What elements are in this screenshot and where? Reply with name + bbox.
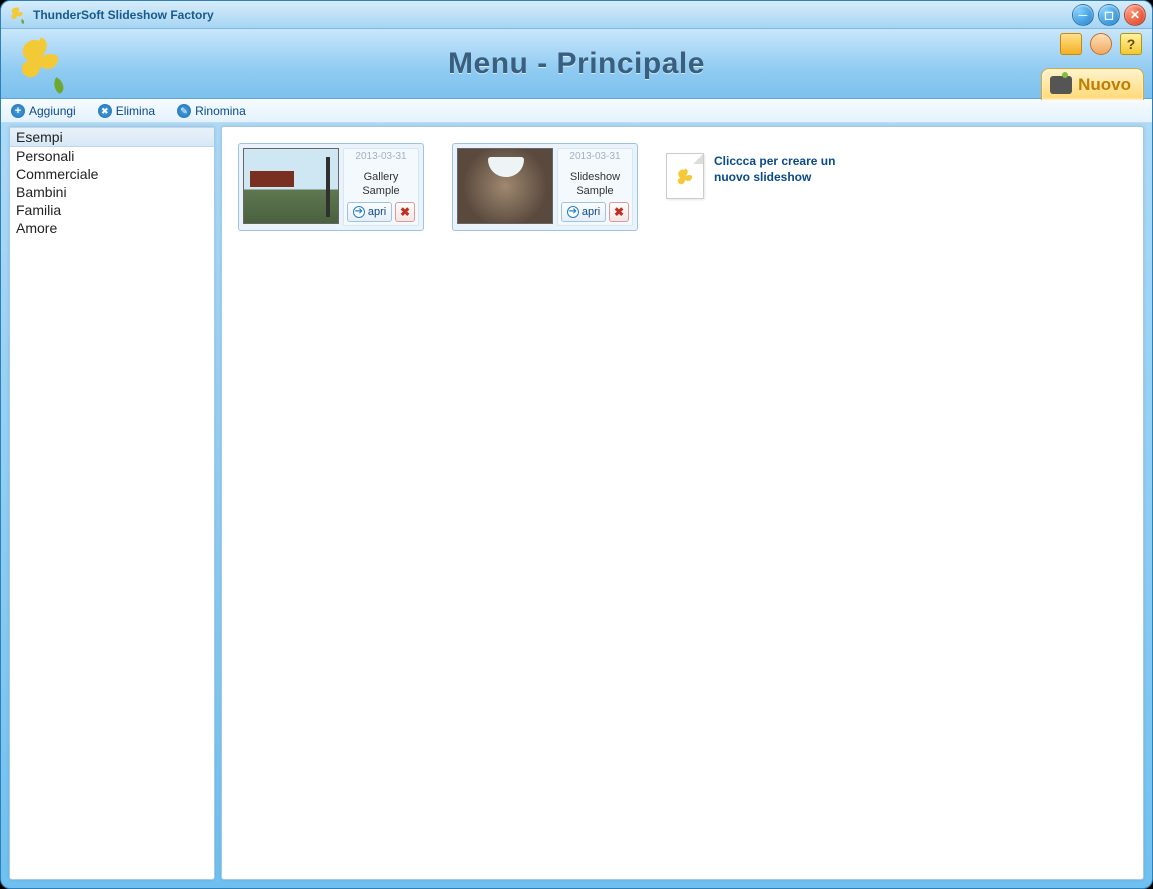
flower-icon: [672, 166, 698, 195]
card-title: Slideshow Sample: [558, 170, 632, 199]
delete-label: Elimina: [116, 104, 155, 118]
open-folder-icon[interactable]: [1060, 33, 1082, 55]
user-icon[interactable]: [1090, 33, 1112, 55]
document-icon: [666, 153, 704, 199]
rename-label: Rinomina: [195, 104, 246, 118]
rename-button[interactable]: Rinomina: [173, 103, 250, 119]
window-controls: ─ ◻ ✕: [1072, 4, 1146, 26]
main-panel: 2013-03-31 Gallery Sample ➔ apri ✖ 2013-…: [221, 126, 1144, 880]
sidebar-item-familia[interactable]: Familia: [10, 201, 214, 219]
card-date: 2013-03-31: [355, 151, 406, 162]
sidebar-item-amore[interactable]: Amore: [10, 219, 214, 237]
close-button[interactable]: ✕: [1124, 4, 1146, 26]
camera-icon: [1050, 76, 1072, 94]
thumbnail-icon: [243, 148, 339, 224]
body: Esempi Personali Commerciale Bambini Fam…: [1, 123, 1152, 888]
open-button[interactable]: ➔ apri: [561, 202, 606, 222]
open-label: apri: [368, 206, 386, 218]
add-button[interactable]: Aggiungi: [7, 103, 80, 119]
delete-button[interactable]: Elimina: [94, 103, 159, 119]
sidebar-item-commerciale[interactable]: Commerciale: [10, 165, 214, 183]
open-label: apri: [582, 206, 600, 218]
plus-icon: [11, 104, 25, 118]
sidebar: Esempi Personali Commerciale Bambini Fam…: [9, 126, 215, 880]
create-slideshow-button[interactable]: Cliccca per creare un nuovo slideshow: [666, 143, 844, 199]
card-meta: 2013-03-31 Slideshow Sample ➔ apri ✖: [557, 148, 633, 226]
toolbar: Aggiungi Elimina Rinomina: [1, 99, 1152, 123]
card-meta: 2013-03-31 Gallery Sample ➔ apri ✖: [343, 148, 419, 226]
new-button-label: Nuovo: [1078, 75, 1131, 95]
delete-card-button[interactable]: ✖: [395, 202, 415, 222]
help-icon[interactable]: [1120, 33, 1142, 55]
header: Menu - Principale Nuovo: [1, 29, 1152, 99]
slideshow-card[interactable]: 2013-03-31 Slideshow Sample ➔ apri ✖: [452, 143, 638, 231]
delete-card-button[interactable]: ✖: [609, 202, 629, 222]
card-title: Gallery Sample: [344, 170, 418, 199]
arrow-right-icon: ➔: [353, 206, 365, 218]
minimize-button[interactable]: ─: [1072, 4, 1094, 26]
add-label: Aggiungi: [29, 104, 76, 118]
new-button[interactable]: Nuovo: [1041, 68, 1144, 100]
card-actions: ➔ apri ✖: [344, 199, 418, 225]
card-actions: ➔ apri ✖: [558, 199, 632, 225]
app-logo-icon: [7, 5, 27, 25]
sidebar-item-esempi[interactable]: Esempi: [10, 127, 214, 147]
slideshow-card[interactable]: 2013-03-31 Gallery Sample ➔ apri ✖: [238, 143, 424, 231]
app-window: ThunderSoft Slideshow Factory ─ ◻ ✕ Menu…: [0, 0, 1153, 889]
header-actions: [1060, 33, 1142, 55]
app-title: ThunderSoft Slideshow Factory: [33, 8, 214, 22]
page-title: Menu - Principale: [448, 47, 705, 81]
create-slideshow-label: Cliccca per creare un nuovo slideshow: [714, 153, 844, 185]
sidebar-item-personali[interactable]: Personali: [10, 147, 214, 165]
thumbnail-icon: [457, 148, 553, 224]
card-date: 2013-03-31: [569, 151, 620, 162]
sidebar-item-bambini[interactable]: Bambini: [10, 183, 214, 201]
delete-icon: [98, 104, 112, 118]
titlebar: ThunderSoft Slideshow Factory ─ ◻ ✕: [1, 1, 1152, 29]
arrow-right-icon: ➔: [567, 206, 579, 218]
app-logo-large-icon: [7, 31, 73, 100]
rename-icon: [177, 104, 191, 118]
maximize-button[interactable]: ◻: [1098, 4, 1120, 26]
open-button[interactable]: ➔ apri: [347, 202, 392, 222]
